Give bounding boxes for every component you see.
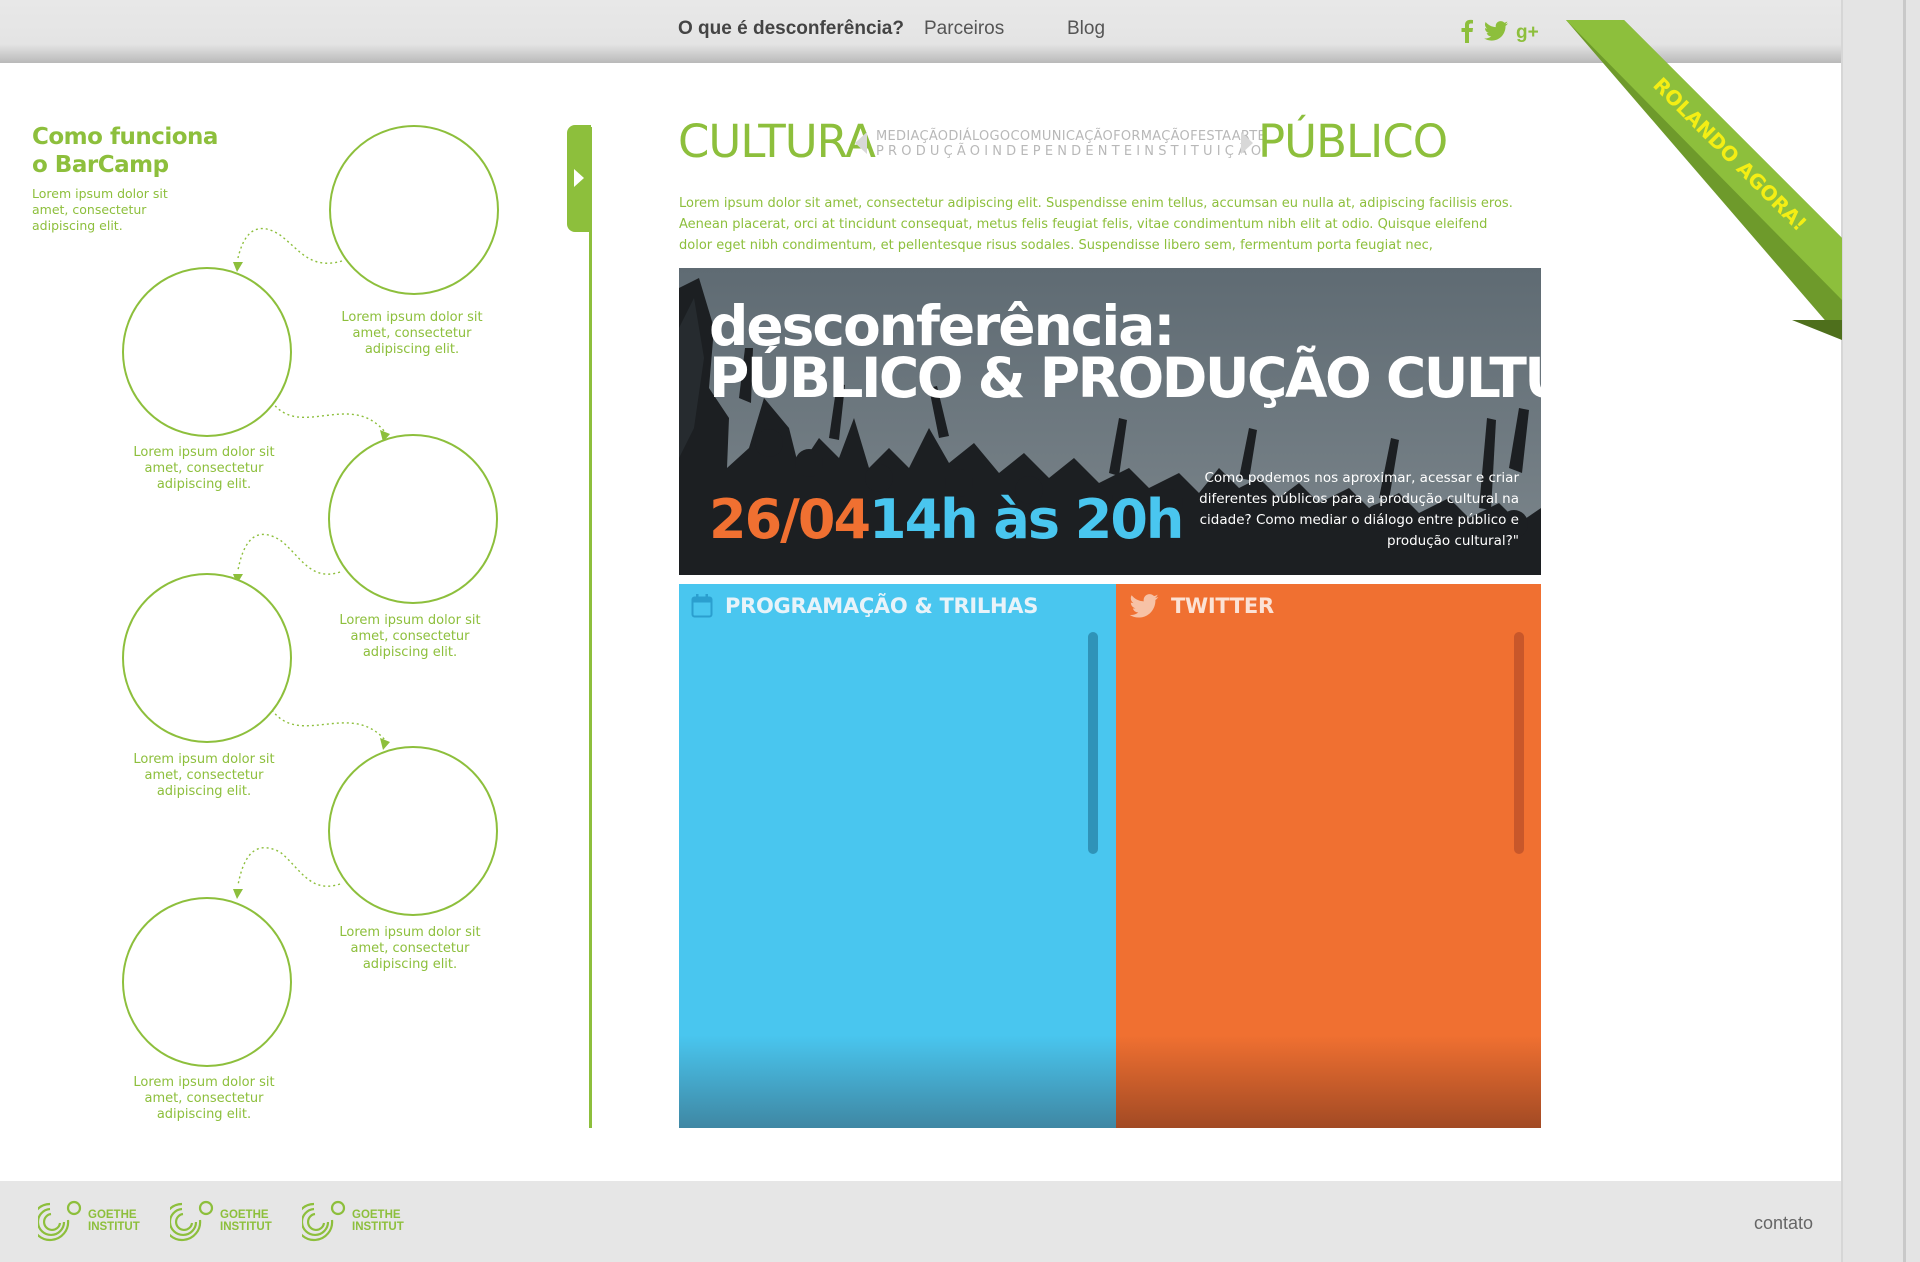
google-plus-icon[interactable]: g+ [1516, 20, 1540, 43]
arrow-left-icon [855, 132, 867, 154]
schedule-scrollbar[interactable] [1088, 632, 1098, 854]
goethe-mark-icon [38, 1200, 82, 1242]
facebook-icon[interactable] [1460, 19, 1474, 43]
goethe-logo-2[interactable]: GOETHE INSTITUT [170, 1200, 272, 1242]
schedule-panel-title: PROGRAMAÇÃO & TRILHAS [725, 594, 1039, 618]
svg-text:g+: g+ [1516, 22, 1539, 42]
schedule-panel: PROGRAMAÇÃO & TRILHAS [679, 584, 1116, 1128]
twitter-panel-title: TWITTER [1171, 594, 1274, 618]
footer [0, 1181, 1841, 1262]
event-datetime: 26/0414h às 20h [709, 488, 1184, 551]
goethe-mark-icon [170, 1200, 214, 1242]
nav-item-parceiros[interactable]: Parceiros [924, 18, 1004, 40]
live-now-ribbon[interactable]: ROLANDO AGORA! [1566, 20, 1842, 340]
sidebar-divider [589, 127, 592, 1128]
contact-link[interactable]: contato [1754, 1213, 1813, 1234]
event-time: 14h às 20h [869, 488, 1184, 551]
step-circle-5[interactable] [328, 746, 498, 916]
event-date: 26/04 [709, 488, 871, 551]
banner-title-line2: PÚBLICO & PRODUÇÃO CULTURAL [709, 346, 1541, 410]
nav-item-blog[interactable]: Blog [1067, 18, 1105, 40]
twitter-scrollbar[interactable] [1514, 632, 1524, 854]
goethe-logo-text: GOETHE INSTITUT [220, 1209, 272, 1233]
page: O que é desconferência? Parceiros Blog g… [0, 0, 1920, 1262]
calendar-icon [691, 594, 713, 618]
social-links: g+ [1460, 19, 1540, 43]
step-caption-6: Lorem ipsum dolor sit amet, consectetur … [133, 1075, 275, 1122]
step-caption-1: Lorem ipsum dolor sit amet, consectetur … [341, 310, 483, 357]
topic-tags-row1: MEDIAÇÃODIÁLOGOCOMUNICAÇÃOFORMAÇÃOFESTAA… [876, 129, 1267, 144]
goethe-logo-text: GOETHE INSTITUT [88, 1209, 140, 1233]
topic-tags-row2: PRODUÇÃOINDEPENDENTEINSTITUIÇÃO [876, 144, 1266, 159]
goethe-logo-3[interactable]: GOETHE INSTITUT [302, 1200, 404, 1242]
sidebar-toggle-tab[interactable] [567, 125, 591, 232]
window-scroll-track[interactable] [1903, 0, 1906, 1262]
play-arrow-icon [574, 169, 584, 187]
topic-tags: MEDIAÇÃODIÁLOGOCOMUNICAÇÃOFORMAÇÃOFESTAA… [876, 129, 1266, 159]
nav-item-o-que-e[interactable]: O que é desconferência? [678, 18, 904, 40]
goethe-mark-icon [302, 1200, 346, 1242]
step-circle-2[interactable] [122, 267, 292, 437]
step-caption-3: Lorem ipsum dolor sit amet, consectetur … [339, 613, 481, 660]
ribbon-label: ROLANDO AGORA! [1648, 73, 1811, 236]
intro-paragraph: Lorem ipsum dolor sit amet, consectetur … [679, 196, 1513, 253]
goethe-logo-text: GOETHE INSTITUT [352, 1209, 404, 1233]
step-circle-6[interactable] [122, 897, 292, 1067]
step-connectors [233, 227, 390, 899]
step-caption-5: Lorem ipsum dolor sit amet, consectetur … [339, 925, 481, 972]
heading-publico: PÚBLICO [1258, 115, 1448, 168]
twitter-bird-icon [1129, 594, 1159, 618]
step-caption-2: Lorem ipsum dolor sit amet, consectetur … [133, 445, 275, 492]
arrow-right-icon [1241, 132, 1253, 154]
step-circle-4[interactable] [122, 573, 292, 743]
step-circle-1[interactable] [329, 125, 499, 295]
goethe-logo-1[interactable]: GOETHE INSTITUT [38, 1200, 140, 1242]
event-banner: desconferência: PÚBLICO & PRODUÇÃO CULTU… [679, 268, 1541, 575]
step-circle-3[interactable] [328, 434, 498, 604]
window-right-margin [1843, 0, 1920, 1262]
step-caption-4: Lorem ipsum dolor sit amet, consectetur … [133, 752, 275, 799]
heading-cultura: CULTURA [678, 115, 876, 168]
twitter-panel: TWITTER [1116, 584, 1541, 1128]
banner-question: Como podemos nos aproximar, acessar e cr… [1199, 470, 1519, 549]
twitter-icon[interactable] [1484, 21, 1508, 41]
